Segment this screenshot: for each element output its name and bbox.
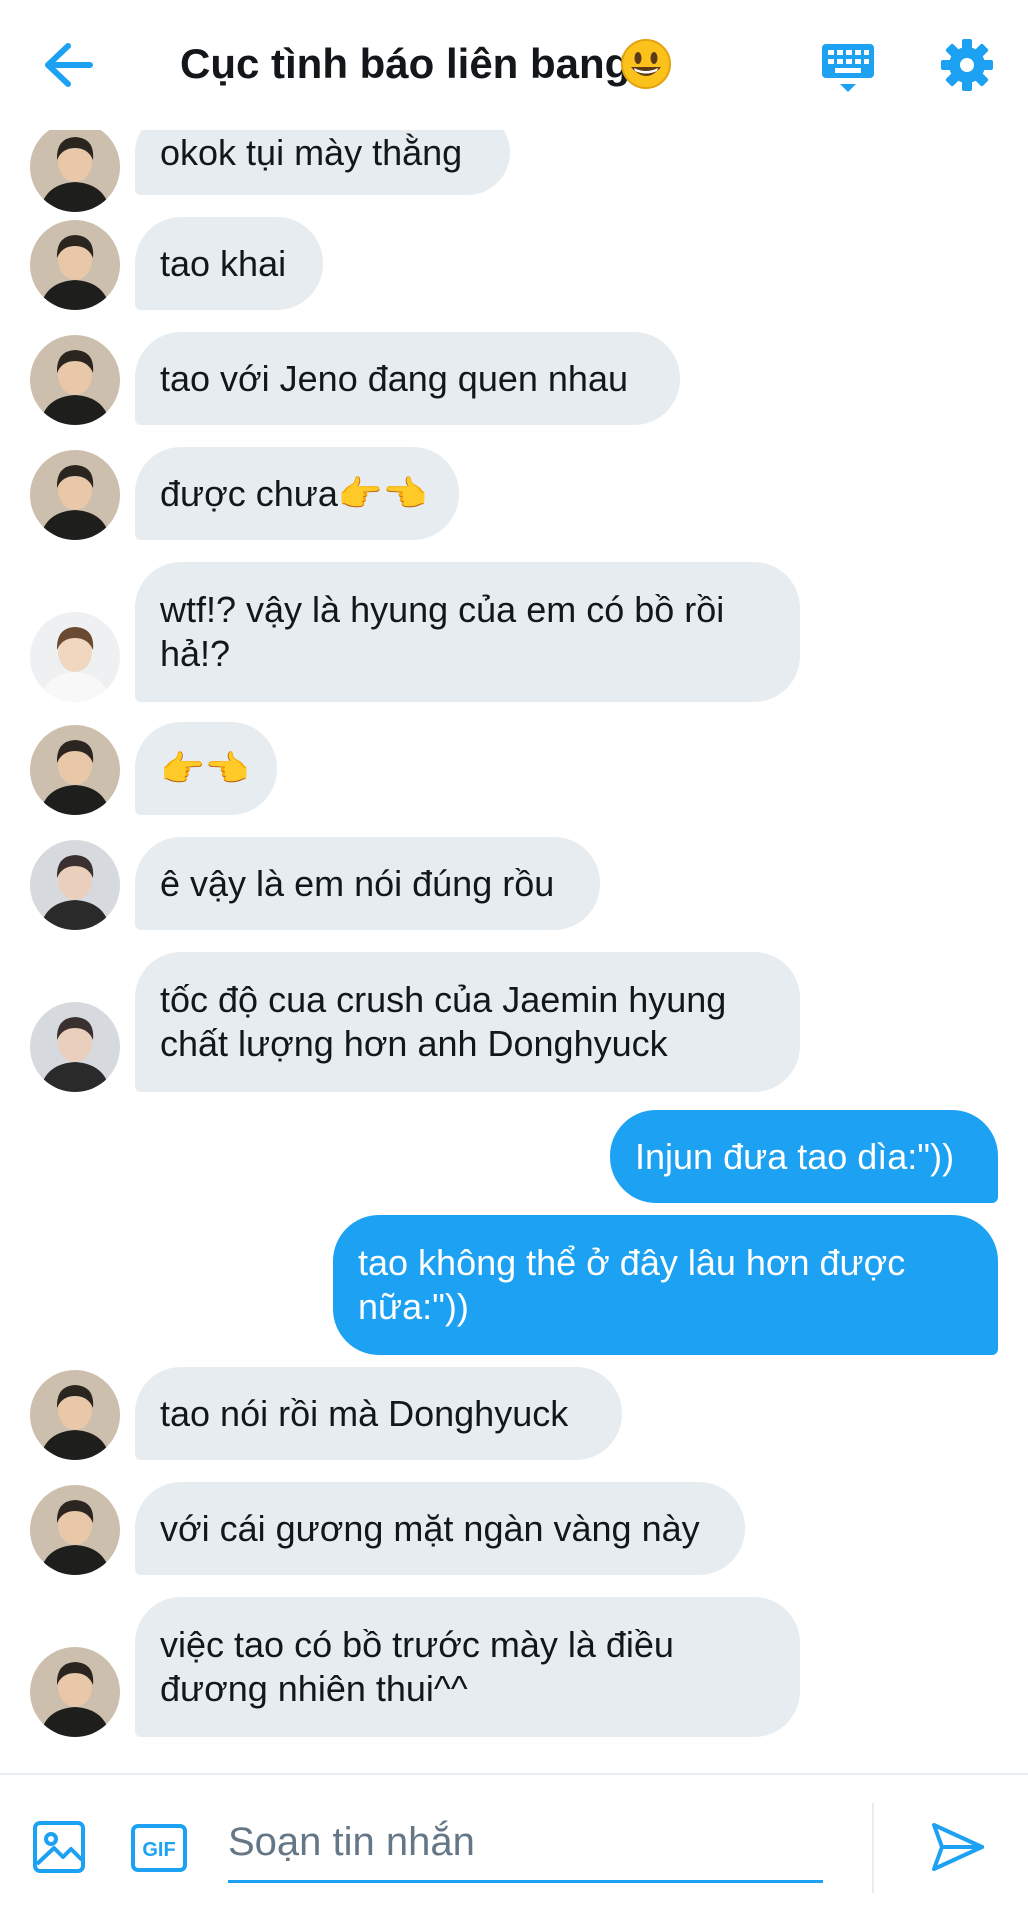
message-bubble[interactable]: tao với Jeno đang quen nhau xyxy=(135,332,680,425)
image-icon[interactable] xyxy=(32,1820,86,1874)
message-input[interactable] xyxy=(228,1805,823,1883)
message-bubble[interactable]: ê vậy là em nói đúng rồu xyxy=(135,837,600,930)
message-list[interactable]: okok tụi mày thằng tao khai tao với Jeno… xyxy=(0,130,1028,1773)
message-text: tốc độ cua crush của Jaemin hyung chất l… xyxy=(160,979,727,1064)
message-text: okok tụi mày thằng xyxy=(160,131,463,173)
send-icon[interactable] xyxy=(928,1817,988,1877)
back-arrow-icon[interactable] xyxy=(40,38,100,92)
message-bubble[interactable]: tao nói rồi mà Donghyuck xyxy=(135,1367,622,1460)
message-text: việc tao có bồ trước mày là điều đương n… xyxy=(160,1624,674,1709)
avatar-a[interactable] xyxy=(30,725,120,815)
avatar-a[interactable] xyxy=(30,220,120,310)
conversation-header: Cục tình báo liên bang xyxy=(0,0,1028,130)
avatar-a[interactable] xyxy=(30,1485,120,1575)
message-text: tao khai xyxy=(160,242,287,284)
pointing-fingers-emoji: 👉👈 xyxy=(337,472,428,514)
message-composer: GIF xyxy=(0,1773,1028,1920)
conversation-title[interactable]: Cục tình báo liên bang xyxy=(180,34,630,94)
avatar-a[interactable] xyxy=(30,450,120,540)
message-text: wtf!? vậy là hyung của em có bồ rồi hả!? xyxy=(160,589,725,674)
gif-label: GIF xyxy=(142,1839,175,1861)
message-bubble[interactable]: Injun đưa tao dìa:")) xyxy=(610,1110,998,1203)
grinning-face-emoji-icon xyxy=(620,38,672,90)
message-text: được chưa xyxy=(160,472,338,514)
message-bubble[interactable]: tao không thể ở đây lâu hơn được nữa:")) xyxy=(333,1215,998,1355)
message-text: với cái gương mặt ngàn vàng này xyxy=(160,1507,700,1549)
message-bubble[interactable]: okok tụi mày thằng xyxy=(135,130,510,195)
avatar-b[interactable] xyxy=(30,612,120,702)
avatar-a[interactable] xyxy=(30,1647,120,1737)
message-bubble[interactable]: được chưa 👉👈 xyxy=(135,447,459,540)
message-text: Injun đưa tao dìa:")) xyxy=(635,1135,955,1177)
message-text: tao nói rồi mà Donghyuck xyxy=(160,1392,569,1434)
composer-divider xyxy=(872,1803,874,1893)
message-text: tao với Jeno đang quen nhau xyxy=(160,357,628,399)
pointing-fingers-emoji: 👉👈 xyxy=(160,747,250,789)
avatar-c[interactable] xyxy=(30,1002,120,1092)
message-bubble[interactable]: wtf!? vậy là hyung của em có bồ rồi hả!? xyxy=(135,562,800,702)
keyboard-icon[interactable] xyxy=(820,40,876,96)
message-bubble[interactable]: 👉👈 xyxy=(135,722,277,815)
avatar-c[interactable] xyxy=(30,840,120,930)
avatar-a[interactable] xyxy=(30,130,120,212)
message-bubble[interactable]: tốc độ cua crush của Jaemin hyung chất l… xyxy=(135,952,800,1092)
message-bubble[interactable]: với cái gương mặt ngàn vàng này xyxy=(135,1482,745,1575)
message-bubble[interactable]: tao khai xyxy=(135,217,323,310)
gif-icon[interactable]: GIF xyxy=(130,1823,188,1873)
message-text: ê vậy là em nói đúng rồu xyxy=(160,862,555,904)
message-bubble[interactable]: việc tao có bồ trước mày là điều đương n… xyxy=(135,1597,800,1737)
avatar-a[interactable] xyxy=(30,1370,120,1460)
avatar-a[interactable] xyxy=(30,335,120,425)
message-text: tao không thể ở đây lâu hơn được nữa:")) xyxy=(358,1242,906,1327)
gear-icon[interactable] xyxy=(940,38,994,92)
